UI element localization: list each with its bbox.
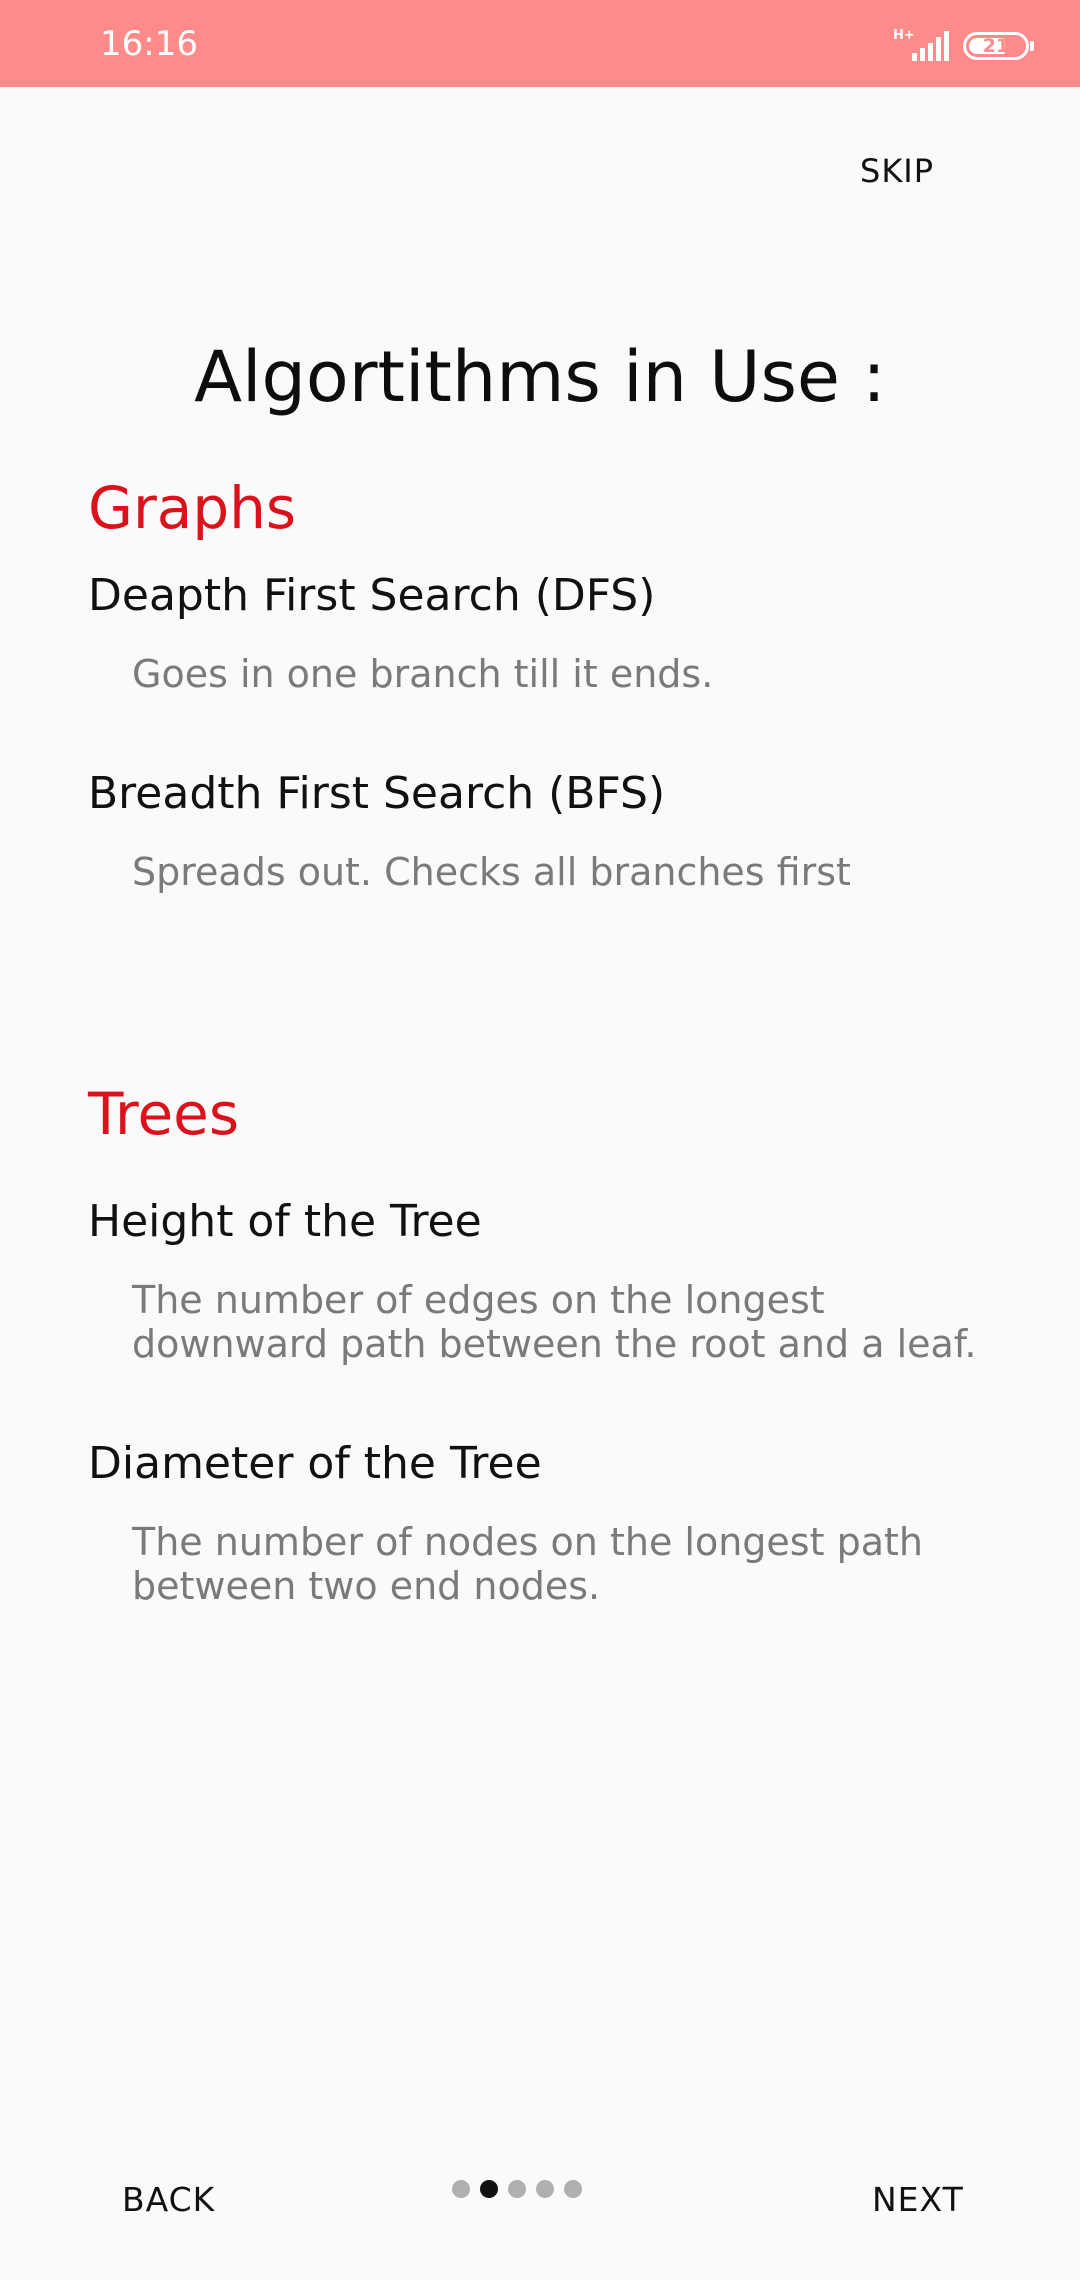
skip-button[interactable]: SKIP: [860, 152, 934, 190]
section-heading-trees: Trees: [88, 1080, 240, 1148]
page-title: Algortithms in Use :: [194, 336, 886, 418]
item-title-bfs: Breadth First Search (BFS): [88, 768, 666, 819]
item-description-dfs: Goes in one branch till it ends.: [132, 652, 714, 696]
page-indicator: [452, 2180, 582, 2200]
page-dot-1: [452, 2180, 470, 2198]
battery-cap: [1030, 41, 1034, 51]
battery-icon: 21: [963, 32, 1029, 60]
item-description-tree-height: The number of edges on the longest downw…: [132, 1278, 977, 1366]
back-button[interactable]: BACK: [122, 2180, 215, 2219]
item-description-tree-diameter: The number of nodes on the longest path …: [132, 1520, 923, 1608]
next-button[interactable]: NEXT: [872, 2180, 964, 2219]
item-title-tree-diameter: Diameter of the Tree: [88, 1438, 542, 1489]
section-heading-graphs: Graphs: [88, 474, 297, 542]
signal-icon: [912, 31, 949, 61]
battery-percentage: 21: [982, 35, 1010, 57]
page-dot-3: [508, 2180, 526, 2198]
item-title-tree-height: Height of the Tree: [88, 1196, 482, 1247]
page-dot-4: [536, 2180, 554, 2198]
page-dot-2: [480, 2180, 498, 2198]
page-dot-5: [564, 2180, 582, 2198]
status-time: 16:16: [100, 24, 198, 64]
item-description-bfs: Spreads out. Checks all branches first: [132, 850, 851, 894]
status-bar: 16:16 H+ 21: [0, 0, 1080, 87]
item-title-dfs: Deapth First Search (DFS): [88, 570, 656, 621]
